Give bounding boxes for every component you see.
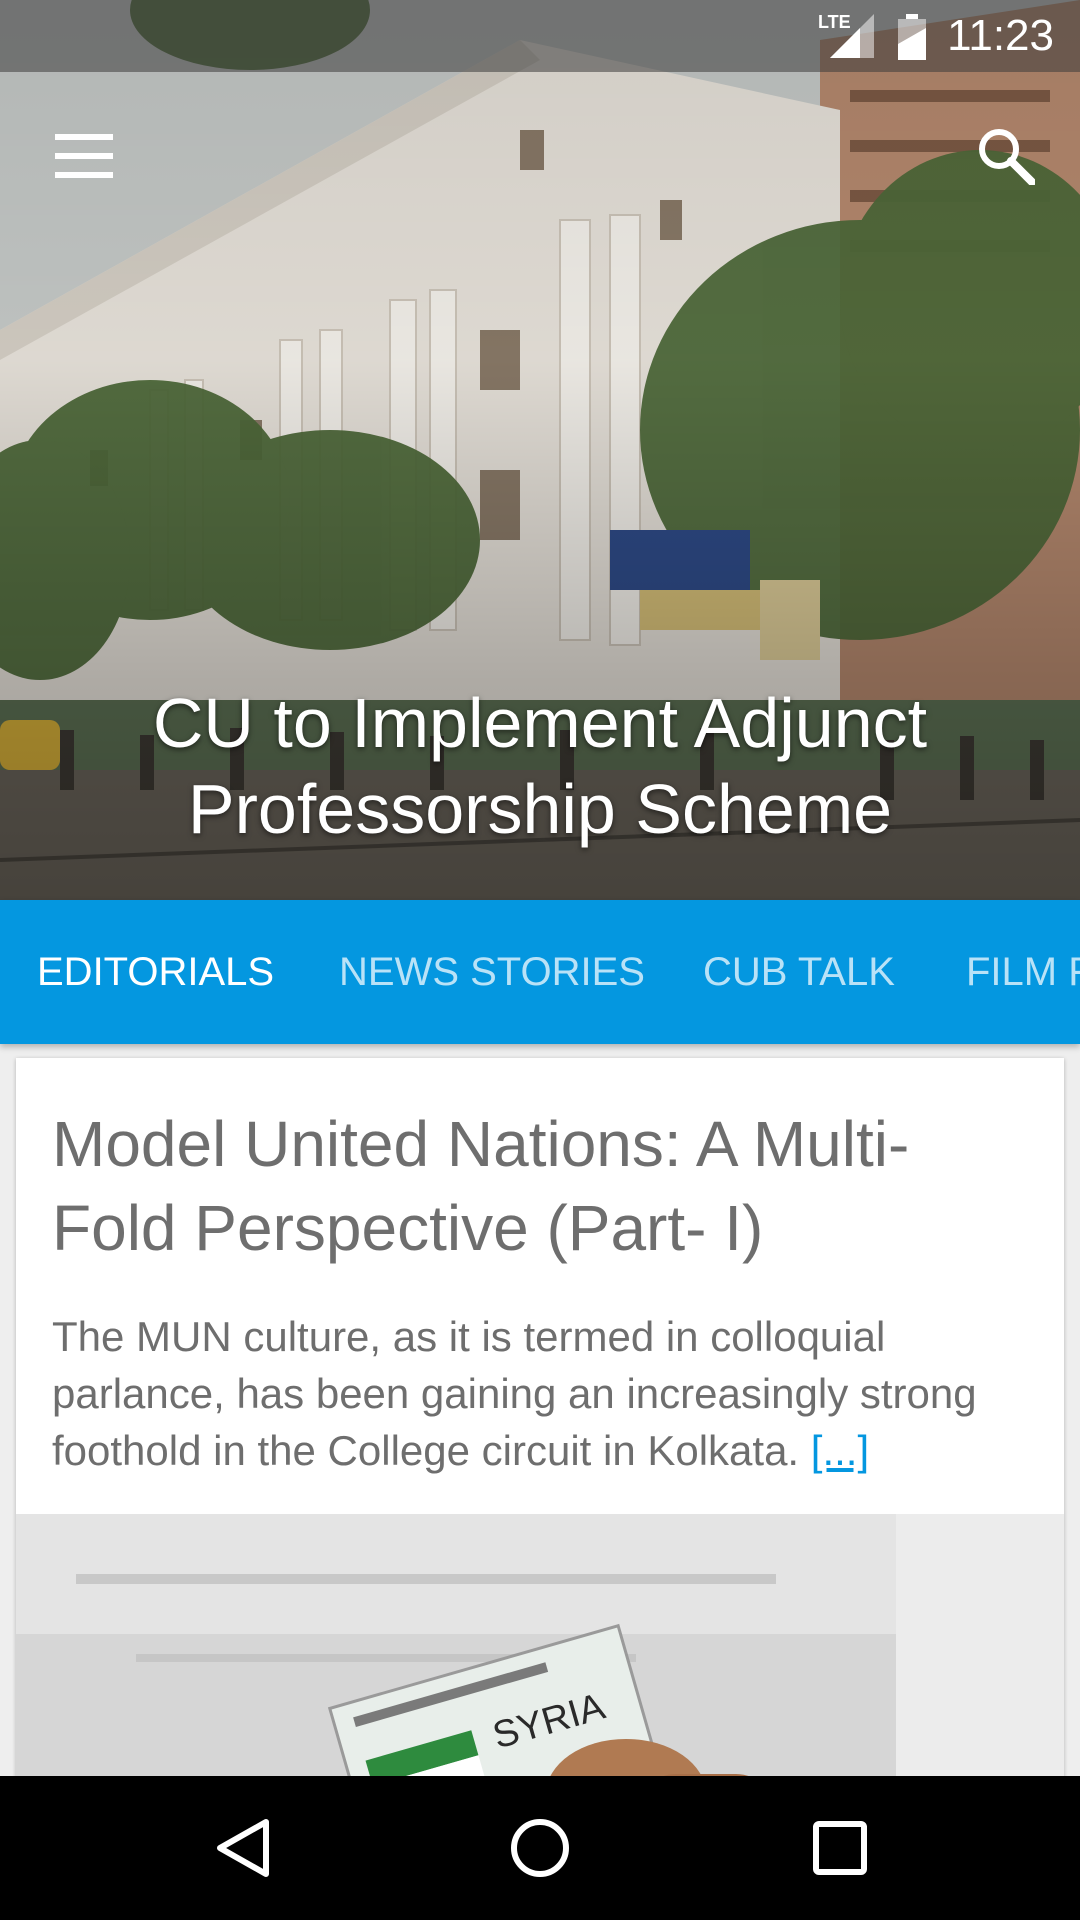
article-title[interactable]: Model United Nations: A Multi-Fold Persp… <box>52 1102 1032 1270</box>
menu-button[interactable] <box>40 120 128 192</box>
status-time: 11:23 <box>947 11 1054 60</box>
battery-icon <box>898 14 926 60</box>
status-bar: LTE 11:23 <box>0 0 1080 72</box>
tab-news-stories[interactable]: NEWS STORIES <box>339 900 645 1044</box>
hero-title[interactable]: CU to Implement Adjunct Professorship Sc… <box>60 680 1020 852</box>
tab-film[interactable]: FILM F <box>966 900 1080 1044</box>
article-excerpt: The MUN culture, as it is termed in coll… <box>52 1308 1042 1479</box>
home-icon <box>511 1819 569 1877</box>
recents-icon <box>813 1821 867 1875</box>
back-button[interactable] <box>194 1808 290 1888</box>
signal-icon <box>830 14 874 58</box>
active-tab-indicator <box>0 1038 300 1044</box>
featured-story-hero[interactable]: LTE 11:23 CU to Implement Adjunct Profes… <box>0 0 1080 900</box>
system-navigation-bar <box>0 1776 1080 1920</box>
back-icon <box>217 1819 269 1877</box>
read-more-link[interactable]: [...] <box>811 1427 869 1474</box>
menu-icon <box>55 134 113 178</box>
recents-button[interactable] <box>792 1808 888 1888</box>
search-button[interactable] <box>966 116 1046 196</box>
search-icon <box>979 129 1035 185</box>
tab-editorials[interactable]: EDITORIALS <box>37 900 274 1044</box>
category-tab-bar: EDITORIALS NEWS STORIES CUB TALK FILM F <box>0 900 1080 1044</box>
tab-cub-talk[interactable]: CUB TALK <box>703 900 895 1044</box>
app-screen: LTE 11:23 CU to Implement Adjunct Profes… <box>0 0 1080 1920</box>
home-button[interactable] <box>492 1808 588 1888</box>
